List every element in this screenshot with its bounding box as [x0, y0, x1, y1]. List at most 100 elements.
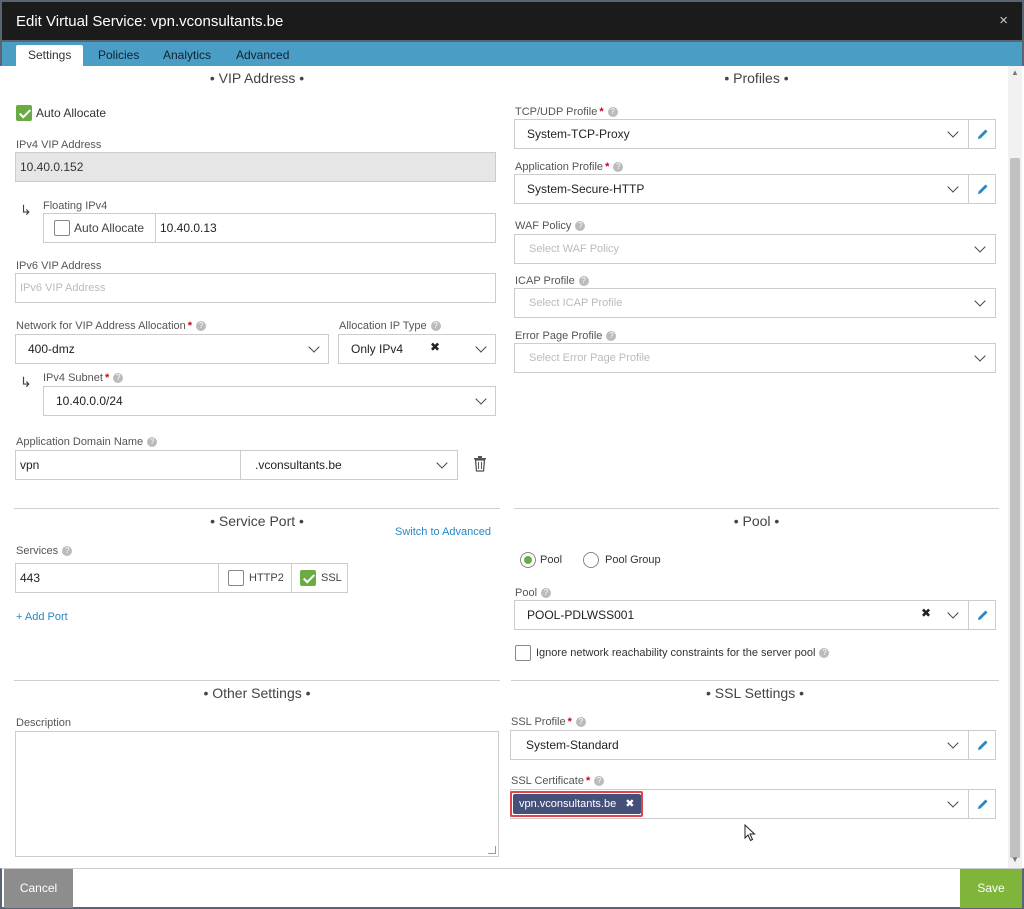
chip-remove-icon[interactable]: ✖	[625, 798, 634, 810]
error-page-label-text: Error Page Profile	[515, 330, 603, 342]
help-icon[interactable]: ?	[578, 276, 589, 286]
help-icon[interactable]: ?	[594, 776, 605, 786]
ipv6-vip-label: IPv6 VIP Address	[16, 260, 102, 272]
pencil-icon	[978, 184, 988, 194]
required-marker: *	[605, 161, 610, 173]
window-title: Edit Virtual Service: vpn.vconsultants.b…	[16, 13, 284, 30]
edit-app-profile-button[interactable]	[968, 174, 996, 204]
alloc-type-label: Allocation IP Type?	[339, 320, 441, 332]
ssl-cert-chip[interactable]: vpn.vconsultants.be ✖	[513, 794, 641, 814]
required-marker: *	[187, 320, 193, 332]
http2-checkbox[interactable]	[228, 570, 244, 586]
tcp-profile-select[interactable]: System-TCP-Proxy	[514, 119, 969, 149]
waf-policy-select[interactable]: Select WAF Policy	[514, 234, 996, 264]
help-icon[interactable]: ?	[575, 717, 586, 727]
help-icon[interactable]: ?	[196, 321, 207, 331]
floating-auto-allocate-label: Auto Allocate	[74, 221, 145, 235]
settings-panel: • VIP Address • Auto Allocate IPv4 VIP A…	[2, 66, 1008, 868]
app-profile-select[interactable]: System-Secure-HTTP	[514, 174, 969, 204]
help-icon[interactable]: ?	[62, 546, 73, 556]
subnet-select[interactable]: 10.40.0.0/24	[43, 386, 496, 416]
ssl-label: SSL	[321, 572, 342, 584]
network-select[interactable]: 400-dmz	[15, 334, 329, 364]
help-icon[interactable]: ?	[607, 107, 618, 117]
auto-allocate-label: Auto Allocate	[36, 106, 107, 120]
domain-suffix-select[interactable]: .vconsultants.be	[240, 450, 458, 480]
ignore-reachability-checkbox[interactable]	[515, 645, 531, 661]
pool-radio[interactable]	[520, 552, 536, 568]
edit-ssl-cert-button[interactable]	[968, 789, 996, 819]
edit-tcp-profile-button[interactable]	[968, 119, 996, 149]
ssl-profile-label: SSL Profile *?	[511, 716, 586, 728]
required-marker: *	[104, 372, 110, 384]
trash-icon[interactable]	[473, 456, 487, 475]
pool-label: Pool?	[515, 587, 552, 599]
tab-settings[interactable]: Settings	[16, 45, 84, 66]
app-profile-label: Application Profile *?	[515, 161, 624, 173]
floating-ipv4-label: Floating IPv4	[43, 200, 108, 212]
waf-policy-label: WAF Policy?	[515, 220, 586, 232]
scroll-down-icon[interactable]: ▼	[1009, 855, 1021, 867]
tab-advanced[interactable]: Advanced	[224, 45, 301, 66]
tab-analytics[interactable]: Analytics	[151, 45, 223, 66]
ssl-toggle: SSL	[291, 563, 348, 593]
help-icon[interactable]: ?	[819, 648, 830, 658]
ssl-checkbox[interactable]	[300, 570, 316, 586]
help-icon[interactable]: ?	[113, 373, 124, 383]
other-settings-section-title: • Other Settings •	[14, 680, 500, 706]
help-icon[interactable]: ?	[541, 588, 552, 598]
description-textarea[interactable]	[15, 731, 499, 857]
pool-select[interactable]: POOL-PDLWSS001	[514, 600, 969, 630]
auto-allocate-checkbox[interactable]	[16, 105, 32, 121]
subnet-label: IPv4 Subnet *?	[43, 372, 124, 384]
alloc-type-label-text: Allocation IP Type	[339, 320, 427, 332]
domain-label: Application Domain Name?	[16, 436, 158, 448]
pool-group-radio[interactable]	[583, 552, 599, 568]
help-icon[interactable]: ?	[606, 331, 617, 341]
scrollbar-thumb[interactable]	[1010, 158, 1020, 858]
switch-to-advanced-link[interactable]: Switch to Advanced	[395, 526, 491, 538]
sub-arrow-icon: ↳	[20, 374, 32, 390]
ipv4-vip-field: 10.40.0.152	[15, 152, 496, 182]
waf-policy-label-text: WAF Policy	[515, 220, 572, 232]
profiles-section-title: • Profiles •	[724, 70, 789, 86]
scroll-up-icon[interactable]: ▲	[1009, 68, 1021, 80]
resize-grip-icon[interactable]	[488, 846, 496, 854]
pool-label-text: Pool	[515, 587, 538, 599]
pool-radio-label: Pool	[540, 554, 563, 566]
domain-label-text: Application Domain Name	[16, 436, 144, 448]
help-icon[interactable]: ?	[613, 162, 624, 172]
app-profile-label-text: Application Profile	[515, 161, 604, 173]
icap-profile-select[interactable]: Select ICAP Profile	[514, 288, 996, 318]
http2-toggle: HTTP2	[218, 563, 292, 593]
clear-icon[interactable]: ✖	[430, 340, 440, 354]
close-icon[interactable]: ×	[999, 12, 1008, 29]
alloc-type-select[interactable]: Only IPv4	[338, 334, 496, 364]
tab-policies[interactable]: Policies	[86, 45, 151, 66]
http2-label: HTTP2	[249, 572, 284, 584]
ssl-profile-select[interactable]: System-Standard	[510, 730, 969, 760]
dialog-footer: Cancel Save	[0, 868, 1024, 909]
ipv6-vip-input[interactable]: IPv6 VIP Address	[15, 273, 496, 303]
icap-profile-label: ICAP Profile?	[515, 275, 589, 287]
error-page-label: Error Page Profile?	[515, 330, 617, 342]
floating-ipv4-input[interactable]: 10.40.0.13	[155, 213, 496, 243]
help-icon[interactable]: ?	[575, 221, 586, 231]
help-icon[interactable]: ?	[430, 321, 441, 331]
add-port-button[interactable]: + Add Port	[16, 611, 68, 623]
help-icon[interactable]: ?	[147, 437, 158, 447]
save-button[interactable]: Save	[960, 869, 1022, 908]
floating-auto-allocate-checkbox[interactable]	[54, 220, 70, 236]
services-label: Services?	[16, 545, 73, 557]
pencil-icon	[978, 799, 988, 809]
port-input[interactable]: 443	[15, 563, 219, 593]
required-marker: *	[585, 775, 591, 787]
ssl-profile-label-text: SSL Profile	[511, 716, 566, 728]
cancel-button[interactable]: Cancel	[4, 869, 73, 908]
edit-ssl-profile-button[interactable]	[968, 730, 996, 760]
domain-input[interactable]: vpn	[15, 450, 241, 480]
pencil-icon	[978, 740, 988, 750]
clear-icon[interactable]: ✖	[921, 606, 931, 620]
edit-pool-button[interactable]	[968, 600, 996, 630]
error-page-select[interactable]: Select Error Page Profile	[514, 343, 996, 373]
